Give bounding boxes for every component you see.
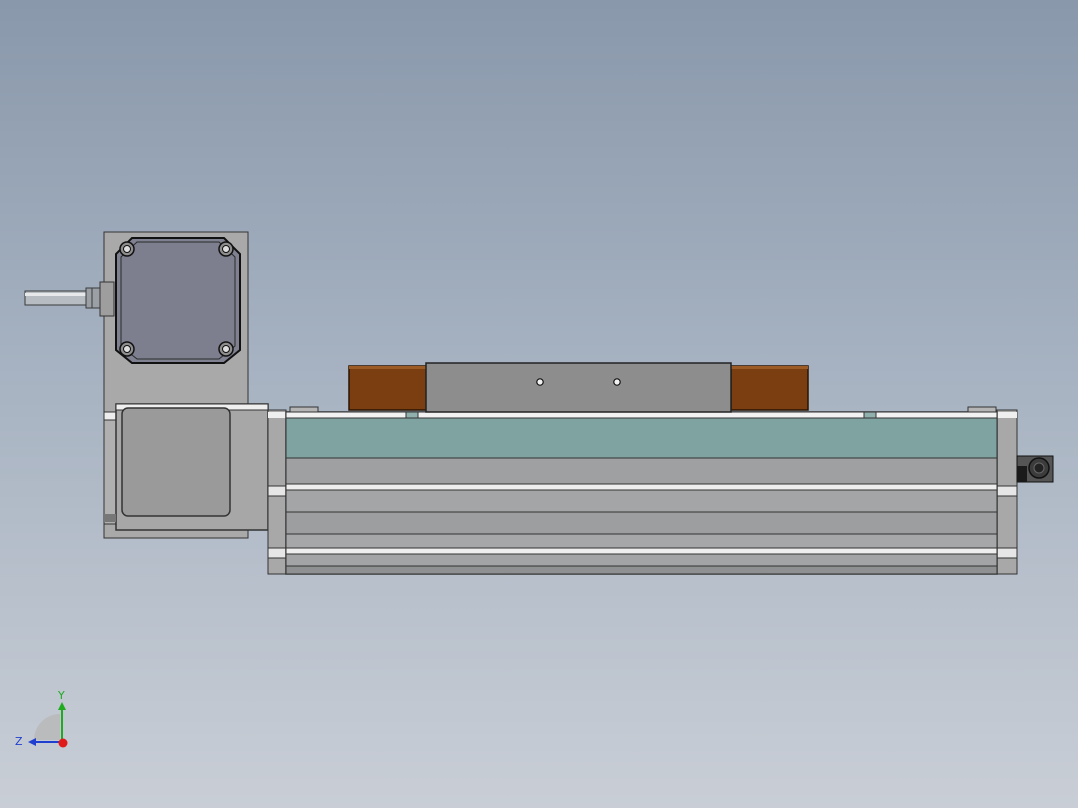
carriage-assembly	[348, 362, 809, 413]
carriage-mount-hole	[536, 378, 544, 386]
motor-shaft	[24, 287, 106, 309]
drive-housing	[103, 403, 269, 531]
y-axis-label: Y	[57, 689, 65, 702]
orientation-triad: Y Z	[15, 689, 68, 748]
end-fitting	[1016, 455, 1054, 483]
stepper-motor	[115, 237, 241, 364]
z-axis-label: Z	[15, 735, 23, 748]
x-axis-dot	[58, 738, 68, 748]
graphics-viewport[interactable]: Y Z	[0, 0, 1078, 808]
rail-end-plate-right	[996, 409, 1018, 575]
carriage-mount-hole	[613, 378, 621, 386]
linear-rail-body	[285, 406, 998, 575]
cad-model-view[interactable]: Y Z	[0, 0, 1078, 808]
rail-end-plate-left	[267, 409, 287, 575]
